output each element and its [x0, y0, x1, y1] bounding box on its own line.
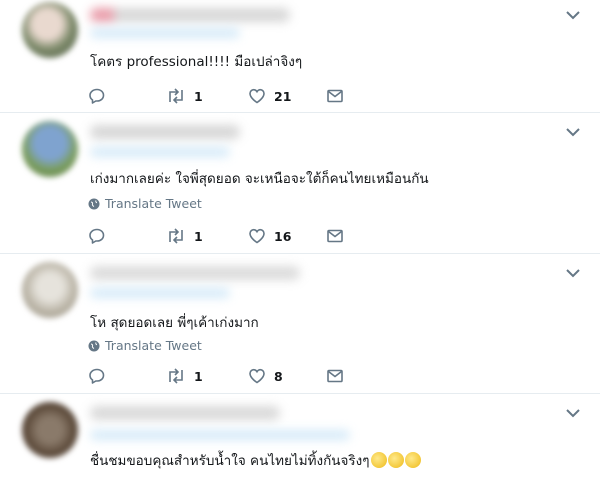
heart-icon [249, 88, 265, 104]
avatar[interactable] [22, 121, 78, 177]
handle-redacted [90, 288, 230, 298]
tweet-2[interactable]: เก่งมากเลยค่ะ ใจพี่สุดยอด จะเหนือจะใต้ก็… [0, 113, 600, 253]
chevron-down-icon[interactable] [564, 266, 582, 280]
avatar[interactable] [22, 2, 78, 58]
tweet-actions: 1 16 [88, 226, 358, 246]
reply-icon [89, 88, 105, 104]
reply-button[interactable] [88, 86, 106, 106]
tweet-actions: 1 21 [88, 86, 358, 106]
like-button[interactable]: 8 [248, 366, 283, 386]
globe-icon [88, 340, 100, 351]
retweet-icon [169, 368, 183, 384]
handle-redacted [90, 147, 230, 157]
username-redacted[interactable] [90, 125, 240, 139]
reply-icon [89, 228, 105, 244]
retweet-icon [169, 88, 183, 104]
mail-icon [327, 89, 343, 103]
like-count: 21 [274, 88, 292, 104]
retweet-count: 1 [194, 228, 203, 244]
avatar[interactable] [22, 262, 78, 318]
username-redacted[interactable] [90, 8, 290, 22]
retweet-icon [169, 228, 183, 244]
retweet-button[interactable]: 1 [166, 366, 203, 386]
reply-button[interactable] [88, 366, 106, 386]
like-button[interactable]: 16 [248, 226, 291, 246]
tweet-reply-feed: โคตร professional!!!! มือเปล่าจิงๆ 1 21 … [0, 0, 600, 478]
heart-icon [249, 368, 265, 384]
translate-label: Translate Tweet [105, 196, 202, 211]
tweet-actions: 1 8 [88, 366, 358, 386]
heart-icon [249, 228, 265, 244]
like-count: 16 [274, 228, 292, 244]
tweet-text: โห สุดยอดเลย พี่ๆเค้าเก่งมาก [90, 315, 259, 331]
tweet-text: ชื่นชมขอบคุณสำหรับน้ำใจ คนไทยไม่ทิ้งกันจ… [90, 452, 421, 470]
translate-tweet-link[interactable]: Translate Tweet [88, 338, 202, 353]
like-button[interactable]: 21 [248, 86, 291, 106]
mail-icon [327, 229, 343, 243]
username-redacted[interactable] [90, 406, 280, 420]
direct-message-button[interactable] [326, 226, 344, 246]
globe-icon [88, 198, 100, 209]
clapping-hands-emoji [370, 452, 387, 468]
retweet-button[interactable]: 1 [166, 86, 203, 106]
clapping-hands-emoji [404, 452, 421, 468]
reply-button[interactable] [88, 226, 106, 246]
chevron-down-icon[interactable] [564, 125, 582, 139]
chevron-down-icon[interactable] [564, 406, 582, 420]
direct-message-button[interactable] [326, 86, 344, 106]
tweet-1[interactable]: โคตร professional!!!! มือเปล่าจิงๆ 1 21 [0, 0, 600, 112]
tweet-4[interactable]: ชื่นชมขอบคุณสำหรับน้ำใจ คนไทยไม่ทิ้งกันจ… [0, 394, 600, 478]
mail-icon [327, 369, 343, 383]
retweet-count: 1 [194, 368, 203, 384]
translate-tweet-link[interactable]: Translate Tweet [88, 196, 202, 211]
username-redacted[interactable] [90, 266, 300, 280]
handle-redacted [90, 28, 240, 38]
retweet-button[interactable]: 1 [166, 226, 203, 246]
retweet-count: 1 [194, 88, 203, 104]
reply-icon [89, 368, 105, 384]
tweet-text: โคตร professional!!!! มือเปล่าจิงๆ [90, 54, 303, 70]
chevron-down-icon[interactable] [564, 8, 582, 22]
avatar[interactable] [22, 402, 78, 458]
like-count: 8 [274, 368, 283, 384]
tweet-text: เก่งมากเลยค่ะ ใจพี่สุดยอด จะเหนือจะใต้ก็… [90, 171, 429, 187]
clapping-hands-emoji [387, 452, 404, 468]
translate-label: Translate Tweet [105, 338, 202, 353]
tweet-text-content: ชื่นชมขอบคุณสำหรับน้ำใจ คนไทยไม่ทิ้งกันจ… [90, 453, 370, 469]
tweet-3[interactable]: โห สุดยอดเลย พี่ๆเค้าเก่งมาก Translate T… [0, 254, 600, 394]
direct-message-button[interactable] [326, 366, 344, 386]
handle-redacted [90, 430, 350, 440]
